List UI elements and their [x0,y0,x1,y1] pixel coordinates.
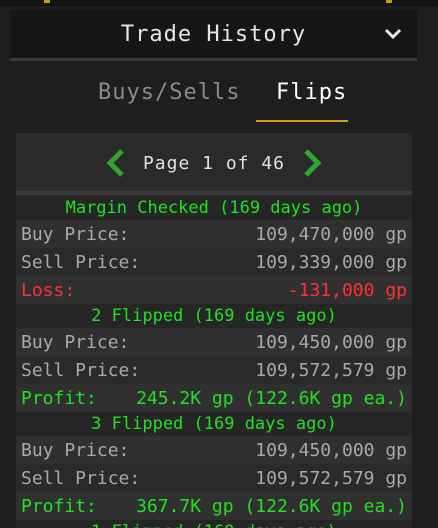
sell-price-row: Sell Price: 109,572,579 gp [16,464,412,492]
buy-price-row: Buy Price: 109,470,000 gp [16,220,412,248]
flip-list: Margin Checked (169 days ago) Buy Price:… [16,196,412,528]
flip-entry-heading: Margin Checked (169 days ago) [16,196,412,220]
sell-price-row: Sell Price: 109,572,579 gp [16,356,412,384]
tab-flips[interactable]: Flips [276,80,347,105]
row-value: 109,339,000 gp [255,251,407,273]
row-value: 109,450,000 gp [255,439,407,461]
sell-price-row: Sell Price: 109,339,000 gp [16,248,412,276]
trade-history-header[interactable]: Trade History [10,10,417,61]
profit-row: Profit: 245.2K gp (122.6K gp ea.) [16,384,412,412]
flip-entry-heading: 1 Flipped (169 days ago) [16,520,412,528]
row-value: -131,000 gp [287,279,407,301]
row-value: 367.7K gp (122.6K gp ea.) [136,495,407,517]
tab-bar: Buys/Sells Flips [10,64,417,128]
chevron-right-icon[interactable] [301,148,323,178]
row-label: Buy Price: [21,331,130,353]
tab-buys-sells[interactable]: Buys/Sells [98,80,240,105]
profit-row: Profit: 367.7K gp (122.6K gp ea.) [16,492,412,520]
row-value: 109,572,579 gp [255,359,407,381]
loss-row: Loss: -131,000 gp [16,276,412,304]
top-strip-mark [44,0,50,3]
buy-price-row: Buy Price: 109,450,000 gp [16,436,412,464]
row-label: Sell Price: [21,359,141,381]
row-value: 245.2K gp (122.6K gp ea.) [136,387,407,409]
active-tab-indicator [256,120,348,122]
chevron-left-icon[interactable] [105,148,127,178]
flip-entry-heading: 2 Flipped (169 days ago) [16,304,412,328]
top-strip [0,0,438,6]
row-label: Profit: [21,387,97,409]
row-value: 109,470,000 gp [255,223,407,245]
chevron-down-icon[interactable] [383,24,403,44]
pagination: Page 1 of 46 [16,133,412,193]
divider [16,191,412,195]
row-value: 109,450,000 gp [255,331,407,353]
row-label: Sell Price: [21,467,141,489]
page-title: Trade History [120,21,307,47]
buy-price-row: Buy Price: 109,450,000 gp [16,328,412,356]
row-value: 109,572,579 gp [255,467,407,489]
top-strip-mark [386,0,392,3]
page-indicator: Page 1 of 46 [142,152,286,174]
flips-panel: Page 1 of 46 Margin Checked (169 days ag… [16,133,412,528]
flip-entry-heading: 3 Flipped (169 days ago) [16,412,412,436]
row-label: Buy Price: [21,439,130,461]
row-label: Profit: [21,495,97,517]
row-label: Buy Price: [21,223,130,245]
row-label: Loss: [21,279,76,301]
row-label: Sell Price: [21,251,141,273]
